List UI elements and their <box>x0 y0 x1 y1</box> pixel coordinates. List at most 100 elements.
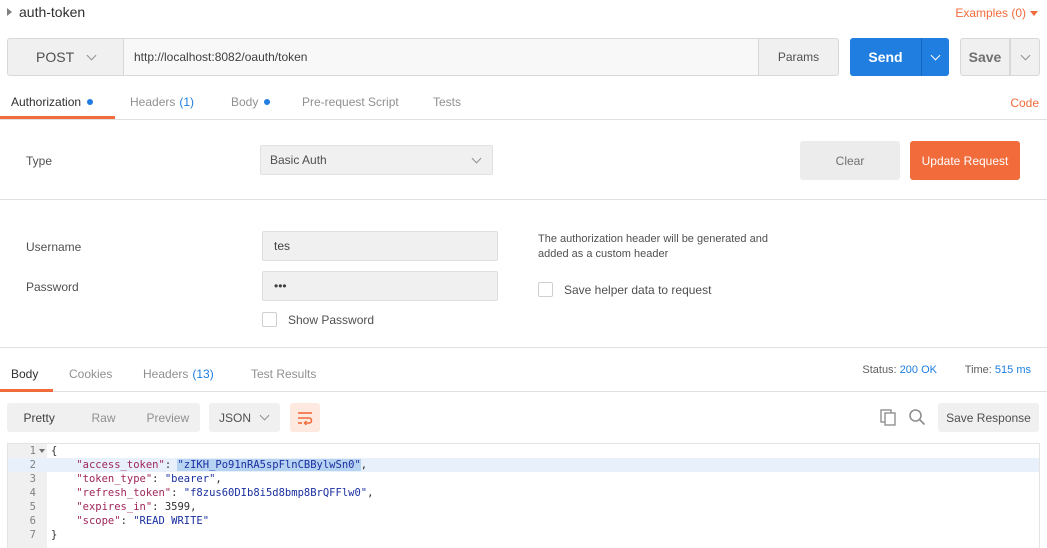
clear-button[interactable]: Clear <box>800 141 900 180</box>
save-options-button[interactable] <box>1010 38 1040 76</box>
chevron-down-icon <box>471 153 482 163</box>
tab-headers[interactable]: Headers (1) <box>130 95 194 109</box>
format-select[interactable]: JSON <box>209 403 280 432</box>
type-label: Type <box>26 154 53 168</box>
headers-count: (1) <box>179 95 195 109</box>
tab-body[interactable]: Body <box>231 95 271 109</box>
code-line: 3 "token_type": "bearer", <box>8 472 1039 486</box>
json-sep: , <box>360 459 368 471</box>
code-text: "refresh_token": "f8zus60DIb8i5d8bmp8BrQ… <box>76 487 374 499</box>
tab-label: Test Results <box>251 367 317 381</box>
auth-type-value: Basic Auth <box>270 153 327 167</box>
code-text: "scope": "READ WRITE" <box>76 515 210 527</box>
json-key: "scope" <box>76 515 121 527</box>
code-line: 4 "refresh_token": "f8zus60DIb8i5d8bmp8B… <box>8 486 1039 500</box>
code-text: "expires_in": 3599, <box>76 501 197 513</box>
username-label: Username <box>26 240 82 254</box>
code-text: { <box>51 445 58 457</box>
code-link[interactable]: Code <box>1010 96 1039 110</box>
tab-response-headers[interactable]: Headers (13) <box>143 367 214 381</box>
json-sep: , <box>367 487 374 499</box>
line-number: 2 <box>29 459 36 471</box>
json-key: "access_token" <box>76 459 165 471</box>
send-options-button[interactable] <box>921 38 949 76</box>
code-line: 5 "expires_in": 3599, <box>8 500 1039 514</box>
chevron-down-icon <box>930 50 941 60</box>
tab-prerequest-script[interactable]: Pre-request Script <box>302 95 399 109</box>
examples-dropdown[interactable]: Examples (0) <box>955 6 1038 20</box>
save-helper-label: Save helper data to request <box>564 283 712 297</box>
code-line: 2 "access_token": "zIKH_Po91nRA5spFlnCBB… <box>8 458 1039 472</box>
code-line: 1 { <box>8 444 1039 458</box>
save-button[interactable]: Save <box>960 38 1010 76</box>
json-value: "READ WRITE" <box>133 515 210 527</box>
tab-test-results[interactable]: Test Results <box>251 367 316 381</box>
active-tab-indicator <box>0 389 53 392</box>
tab-tests[interactable]: Tests <box>433 95 461 109</box>
line-number: 3 <box>29 473 36 485</box>
update-request-button[interactable]: Update Request <box>910 141 1020 180</box>
examples-label: Examples (0) <box>955 6 1026 20</box>
chevron-down-icon <box>86 50 97 60</box>
tab-cookies[interactable]: Cookies <box>69 367 112 381</box>
code-line: 7 } <box>8 528 1039 542</box>
method-label: POST <box>36 49 75 65</box>
line-number: 4 <box>29 487 36 499</box>
json-value: 3599 <box>164 501 191 513</box>
modified-dot-icon <box>264 99 271 105</box>
wrap-lines-button[interactable] <box>290 403 320 432</box>
tab-label: Authorization <box>11 95 82 109</box>
method-select[interactable]: POST <box>7 38 123 76</box>
auth-hint-text: The authorization header will be generat… <box>538 233 768 260</box>
modified-dot-icon <box>87 99 94 105</box>
save-helper-checkbox[interactable] <box>538 282 553 297</box>
response-time: Time: 515 ms <box>965 364 1031 376</box>
pretty-button[interactable]: Pretty <box>7 411 71 425</box>
line-number: 7 <box>29 529 36 541</box>
credentials-section <box>0 200 1047 348</box>
active-tab-indicator <box>0 116 115 119</box>
fold-arrow-icon[interactable] <box>39 449 45 453</box>
chevron-down-icon <box>259 410 270 421</box>
tab-response-body[interactable]: Body <box>11 367 38 381</box>
time-value[interactable]: 515 ms <box>995 364 1031 376</box>
json-value: "bearer" <box>164 473 216 485</box>
tab-label: Body <box>231 95 259 109</box>
raw-button[interactable]: Raw <box>71 411 135 425</box>
copy-button[interactable] <box>877 406 899 428</box>
username-input[interactable]: tes <box>262 231 498 261</box>
code-text: "token_type": "bearer", <box>76 473 222 485</box>
code-text: } <box>51 529 58 541</box>
response-status: Status: 200 OK <box>862 364 937 376</box>
tab-label: Body <box>11 367 39 381</box>
headers-count: (13) <box>192 367 214 381</box>
line-number: 1 <box>29 445 36 457</box>
json-value: "zIKH_Po91nRA5spFlnCBBylwSn0" <box>177 459 361 471</box>
preview-button[interactable]: Preview <box>136 411 200 425</box>
show-password-checkbox[interactable] <box>262 312 277 327</box>
tab-label: Headers <box>143 367 189 381</box>
chevron-down-icon <box>1020 50 1030 60</box>
search-button[interactable] <box>906 406 928 428</box>
send-button[interactable]: Send <box>850 38 921 76</box>
code-text: "access_token": "zIKH_Po91nRA5spFlnCBByl… <box>76 459 368 471</box>
format-value: JSON <box>219 410 252 425</box>
request-tabs: Authorization Headers (1) Body Pre-reque… <box>0 88 1047 120</box>
save-response-button[interactable]: Save Response <box>938 403 1039 432</box>
password-input[interactable]: ••• <box>262 271 498 301</box>
json-value: "f8zus60DIb8i5d8bmp8BrQFFlw0" <box>183 487 368 499</box>
caret-down-icon <box>1030 10 1038 16</box>
response-body-editor[interactable]: 1 { 2 "access_token": "zIKH_Po91nRA5spFl… <box>7 443 1040 548</box>
password-label: Password <box>26 280 79 294</box>
status-label: Status: <box>862 364 897 376</box>
collapse-caret-icon[interactable] <box>7 8 12 16</box>
wrap-lines-icon <box>298 411 313 425</box>
url-input[interactable]: http://localhost:8082/oauth/token <box>123 38 759 76</box>
request-name[interactable]: auth-token <box>19 4 85 20</box>
status-value[interactable]: 200 OK <box>900 364 937 376</box>
line-number: 6 <box>29 515 36 527</box>
auth-type-select[interactable]: Basic Auth <box>260 145 493 175</box>
params-button[interactable]: Params <box>759 38 839 76</box>
json-key: "token_type" <box>76 473 153 485</box>
tab-authorization[interactable]: Authorization <box>11 95 94 109</box>
